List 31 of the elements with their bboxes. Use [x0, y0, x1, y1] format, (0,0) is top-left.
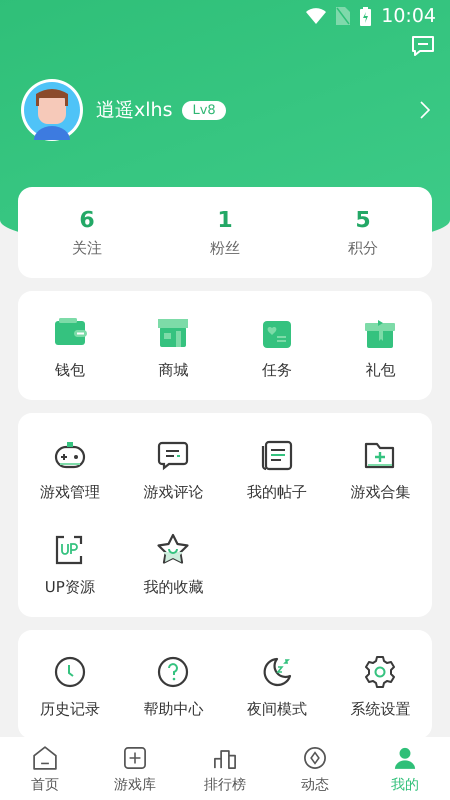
menu-item[interactable]: 商城	[122, 315, 225, 380]
avatar-icon[interactable]	[20, 78, 84, 142]
battery-icon	[360, 6, 372, 26]
menu-item[interactable]: 我的收藏	[122, 532, 225, 597]
nav-tab[interactable]: 游戏库	[90, 737, 180, 800]
nav-tab[interactable]: 动态	[270, 737, 360, 800]
home-icon	[31, 744, 59, 772]
menu-item[interactable]: 游戏合集	[328, 437, 432, 502]
status-time: 10:04	[381, 5, 436, 27]
stat-label[interactable]: 粉丝	[210, 238, 240, 258]
stat-label[interactable]: 积分	[348, 238, 378, 258]
menu-item[interactable]: 礼包	[328, 315, 432, 380]
menu-item[interactable]: 帮助中心	[122, 654, 225, 719]
user-name: 逍遥xlhs	[96, 98, 172, 123]
no-sim-icon	[336, 7, 350, 25]
level-badge: Lv8	[182, 100, 226, 120]
menu-item[interactable]: 我的帖子	[225, 437, 328, 502]
menu-item[interactable]: 任务	[225, 315, 328, 380]
menu-item[interactable]: 游戏评论	[122, 437, 225, 502]
menu-item[interactable]: 夜间模式	[225, 654, 328, 719]
menu-item[interactable]: 游戏管理	[18, 437, 122, 502]
menu-item[interactable]: 系统设置	[328, 654, 432, 719]
nav-tab[interactable]: 排行榜	[180, 737, 270, 800]
menu-item[interactable]: UP资源	[18, 532, 122, 597]
nav-tab[interactable]: 首页	[0, 737, 90, 800]
chevron-right-icon[interactable]	[420, 101, 430, 119]
stat-label[interactable]: 关注	[72, 238, 102, 258]
wifi-icon	[306, 8, 326, 24]
menu-item[interactable]: 历史记录	[18, 654, 122, 719]
menu-item[interactable]: 钱包	[18, 315, 122, 380]
message-icon[interactable]	[410, 34, 436, 58]
